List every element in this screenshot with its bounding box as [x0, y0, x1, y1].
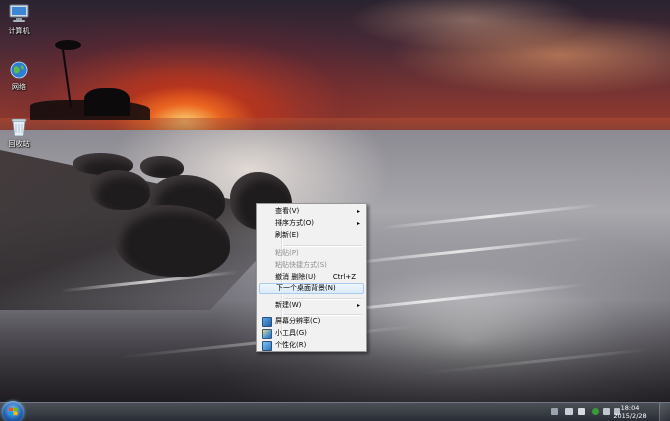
keyboard-icon[interactable]: [565, 408, 573, 415]
palm-tree: [55, 40, 81, 50]
desktop-icon-recycle-bin[interactable]: 回收站: [2, 117, 36, 149]
desktop-icon-label: 网络: [12, 83, 26, 91]
clock-date: 2015/2/28: [613, 412, 647, 420]
recycle-bin-icon: [11, 118, 27, 137]
menu-separator: [284, 245, 362, 247]
desktop-icon-computer[interactable]: 计算机: [2, 4, 36, 36]
menu-item-personalize[interactable]: 个性化(R): [259, 340, 364, 351]
menu-item-label: 下一个桌面背景(N): [276, 284, 336, 292]
submenu-arrow-icon: ▸: [356, 302, 360, 309]
menu-item-label: 屏幕分辨率(C): [275, 317, 321, 325]
submenu-arrow-icon: ▸: [356, 208, 360, 215]
menu-item-label: 新建(W): [275, 301, 302, 309]
screen-resolution-icon: [262, 317, 272, 327]
gadgets-icon: [262, 329, 272, 339]
menu-item-new[interactable]: 新建(W) ▸: [259, 300, 364, 311]
menu-item-sort-by[interactable]: 排序方式(O) ▸: [259, 218, 364, 229]
menu-item-undo-delete[interactable]: 撤消 删除(U) Ctrl+Z: [259, 272, 364, 283]
menu-item-refresh[interactable]: 刷新(E): [259, 230, 364, 241]
language-icon[interactable]: [551, 408, 558, 415]
menu-item-label: 粘贴(P): [275, 249, 299, 257]
taskbar: 18:04 2015/2/28: [0, 401, 670, 421]
start-button[interactable]: [2, 401, 24, 421]
menu-item-shortcut: Ctrl+Z: [332, 273, 356, 281]
menu-item-label: 小工具(G): [275, 329, 307, 337]
menu-item-label: 排序方式(O): [275, 219, 314, 227]
menu-item-label: 撤消 删除(U): [275, 273, 316, 281]
menu-item-paste[interactable]: 粘贴(P): [259, 248, 364, 259]
menu-item-label: 粘贴快捷方式(S): [275, 261, 327, 269]
menu-item-gadgets[interactable]: 小工具(G): [259, 328, 364, 339]
computer-icon: [9, 4, 29, 22]
desktop-icon-label: 计算机: [8, 27, 30, 35]
clock-time: 18:04: [620, 404, 640, 412]
personalize-icon: [262, 341, 272, 351]
windows-start-orb-icon: [9, 407, 18, 416]
menu-item-label: 查看(V): [275, 207, 300, 215]
desktop-icon-network[interactable]: 网络: [2, 60, 36, 92]
menu-item-paste-shortcut[interactable]: 粘贴快捷方式(S): [259, 260, 364, 271]
menu-item-screen-resolution[interactable]: 屏幕分辨率(C): [259, 316, 364, 327]
desktop-context-menu: 查看(V) ▸ 排序方式(O) ▸ 刷新(E) 粘贴(P) 粘贴快捷方式(S) …: [256, 203, 367, 352]
menu-item-next-desktop-background[interactable]: 下一个桌面背景(N): [259, 283, 364, 294]
menu-item-label: 刷新(E): [275, 231, 299, 239]
show-desktop-button[interactable]: [659, 403, 670, 421]
action-center-flag-icon[interactable]: [578, 408, 585, 415]
taskbar-clock[interactable]: 18:04 2015/2/28: [610, 404, 650, 420]
menu-item-view[interactable]: 查看(V) ▸: [259, 206, 364, 217]
network-globe-icon: [10, 61, 28, 79]
security-shield-icon[interactable]: [592, 408, 599, 415]
network-tray-icon[interactable]: [603, 408, 610, 415]
desktop[interactable]: 计算机 网络 回收站 查看(V) ▸ 排序方式(O) ▸ 刷新(E) 粘贴(P)…: [0, 0, 670, 421]
menu-item-label: 个性化(R): [275, 341, 307, 349]
rock: [90, 170, 150, 210]
submenu-arrow-icon: ▸: [356, 220, 360, 227]
desktop-icon-label: 回收站: [8, 140, 30, 148]
headland: [30, 100, 150, 120]
